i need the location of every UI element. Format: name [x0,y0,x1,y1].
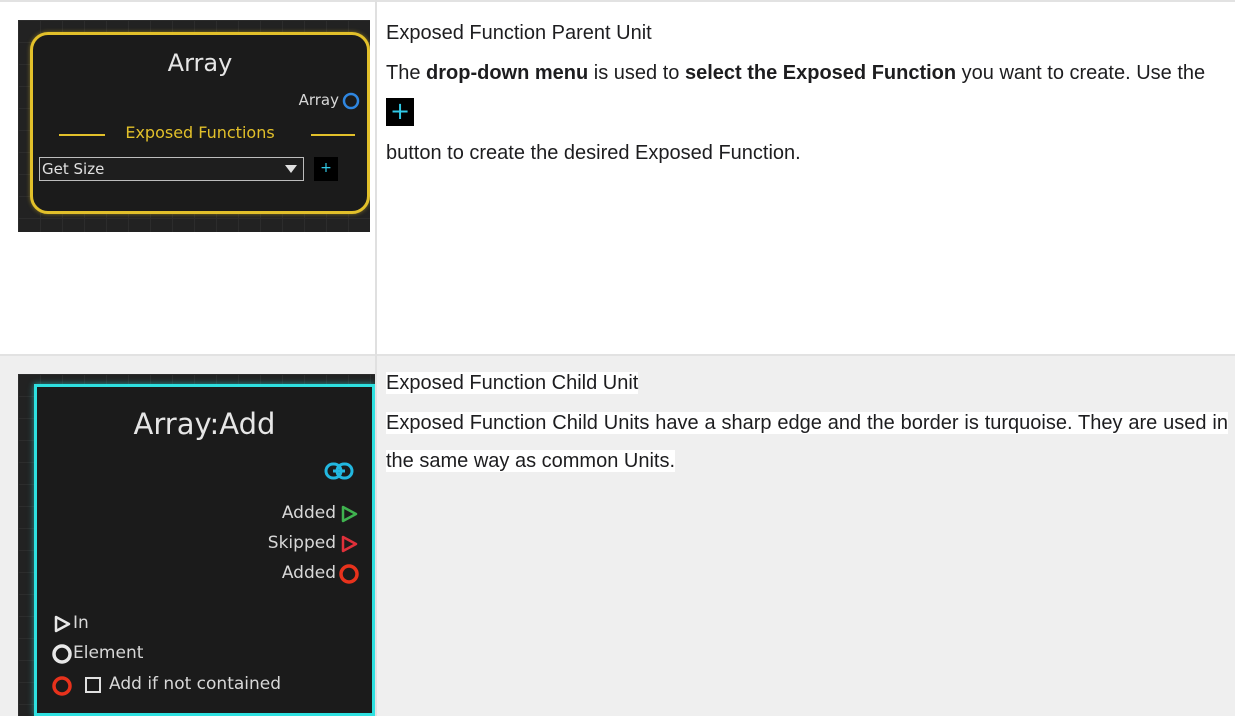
add-exposed-function-button[interactable]: + [314,157,338,181]
output-label-added: Added [281,503,336,523]
exposed-function-dropdown[interactable]: Get Size [39,157,304,181]
output-label-added-value: Added [281,563,336,583]
flow-input-in-icon[interactable] [53,615,71,633]
node-title: Array [167,49,233,77]
section-divider-right [311,134,355,136]
parent-unit-body-continued: button to create the desired Exposed Fun… [386,142,801,164]
exposed-functions-section-label: Exposed Functions [125,123,275,142]
output-port-label: Array [298,91,339,109]
value-input-element-icon[interactable] [51,643,73,665]
flow-output-skipped-icon[interactable] [340,535,358,553]
parent-unit-image: Array Array Exposed Functions Get Size + [18,20,370,232]
value-output-added-icon[interactable] [338,563,360,585]
select-exposed-function-term: select the Exposed Function [684,62,957,84]
drop-down-menu-term: drop-down menu [426,62,589,84]
node-title: Array:Add [133,407,276,441]
array-node: Array Array Exposed Functions Get Size + [30,32,370,214]
plus-button-icon: + [386,98,414,126]
dropdown-value: Get Size [42,160,105,178]
array-add-node: Array:Add Added Skipped Added In Element… [34,384,375,716]
input-label-element: Element [73,643,144,663]
link-icon [324,462,354,480]
parent-unit-description: Exposed Function Parent Unit The drop-do… [386,14,1228,172]
child-unit-body: Exposed Function Child Units have a shar… [386,412,1228,472]
add-if-not-contained-checkbox[interactable] [85,677,101,693]
output-label-skipped: Skipped [267,533,336,553]
child-unit-description: Exposed Function Child Unit Exposed Func… [386,364,1228,480]
checkbox-label: Add if not contained [109,674,282,694]
column-divider [375,0,377,716]
table-row-child-unit: Array:Add Added Skipped Added In Element… [0,356,1235,716]
parent-unit-body: The drop-down menu is used to select the… [386,62,1206,84]
value-input-add-if-not-contained-icon[interactable] [51,675,73,697]
documentation-table: Array Array Exposed Functions Get Size +… [0,0,1235,716]
child-unit-title: Exposed Function Child Unit [386,372,639,394]
child-unit-image: Array:Add Added Skipped Added In Element… [18,374,375,716]
chevron-down-icon [285,165,297,173]
parent-unit-title: Exposed Function Parent Unit [386,22,652,44]
table-row-parent-unit: Array Array Exposed Functions Get Size +… [0,0,1235,356]
input-label-in: In [73,613,89,633]
array-output-port-icon[interactable] [341,91,361,111]
flow-output-added-icon[interactable] [340,505,358,523]
